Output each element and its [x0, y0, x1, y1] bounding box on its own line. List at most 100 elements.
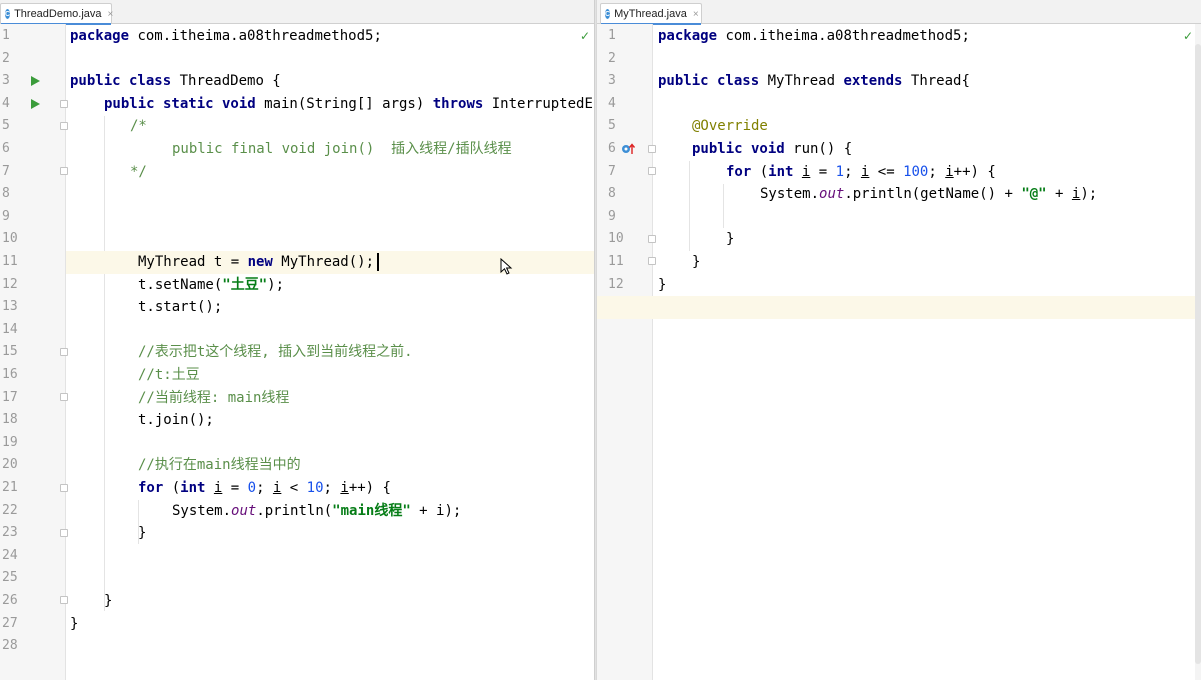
scrollbar-thumb[interactable]	[1195, 44, 1201, 664]
code-line-12: t.setName("土豆");	[138, 276, 285, 293]
line-number: 23	[2, 525, 18, 541]
line-number: 17	[2, 389, 18, 405]
code-line-20: //执行在main线程当中的	[138, 457, 301, 474]
code-line-5: @Override	[692, 118, 768, 135]
line-number: 21	[2, 480, 18, 495]
line-number: 5	[608, 118, 616, 134]
tab-threaddemo[interactable]: C ThreadDemo.java ×	[0, 3, 114, 25]
code-line-17: //当前线程: main线程	[138, 389, 290, 406]
code-line-4: public static void main(String[] args) t…	[104, 95, 593, 112]
line-number: 22	[2, 502, 18, 518]
code-line-11: }	[692, 254, 701, 270]
code-line-6: public void run() {	[692, 141, 853, 157]
left-code-editor[interactable]: 1 2 3 4 5 6 7 8 9 10 11 12 13 14 15 16 1…	[0, 24, 594, 680]
code-line-13: t.start();	[138, 299, 223, 316]
left-editor-pane: C ThreadDemo.java × 1 2 3 4 5 6 7 8 9 10…	[0, 0, 594, 680]
fold-icon[interactable]	[648, 257, 656, 265]
code-line-3: public class MyThread extends Thread{	[658, 73, 970, 90]
override-icon[interactable]	[621, 142, 637, 156]
line-number: 15	[2, 344, 18, 360]
line-number: 1	[608, 28, 616, 43]
right-editor-pane: C MyThread.java × 1 2 3 4 5 6 7 8 9 10 1…	[597, 0, 1201, 680]
class-icon: C	[5, 9, 11, 19]
code-line-10: }	[726, 231, 735, 248]
line-number: 2	[2, 50, 10, 66]
line-number: 8	[608, 186, 616, 202]
right-code-editor[interactable]: 1 2 3 4 5 6 7 8 9 10 11 12 13 package co…	[597, 24, 1201, 680]
code-line-11-current: MyThread t = new MyThread();	[66, 251, 594, 274]
line-number: 27	[2, 615, 18, 631]
line-number: 25	[2, 570, 18, 586]
code-line-12: }	[658, 276, 667, 293]
tab-mythread[interactable]: C MyThread.java ×	[600, 3, 702, 25]
line-number: 24	[2, 547, 18, 563]
line-number: 5	[2, 118, 10, 134]
line-number: 6	[2, 141, 10, 156]
line-number: 12	[2, 276, 18, 292]
code-line-1: package com.itheima.a08threadmethod5;	[658, 28, 970, 44]
line-number: 26	[2, 593, 18, 608]
line-number: 20	[2, 457, 18, 473]
line-number: 13	[2, 299, 18, 315]
vertical-scrollbar[interactable]	[1195, 24, 1201, 680]
code-line-1: package com.itheima.a08threadmethod5;	[70, 28, 382, 44]
tab-label: ThreadDemo.java	[14, 8, 102, 20]
current-line-gutter	[597, 296, 653, 319]
code-line-5: /*	[130, 118, 147, 135]
run-arrow-icon[interactable]	[31, 99, 40, 109]
line-number: 10	[2, 231, 18, 247]
line-number: 12	[608, 276, 624, 292]
fold-icon[interactable]	[648, 235, 656, 243]
fold-icon[interactable]	[60, 484, 68, 492]
code-line-13-current	[653, 296, 1201, 319]
fold-icon[interactable]	[60, 596, 68, 604]
tab-label: MyThread.java	[614, 8, 687, 20]
line-number: 16	[2, 367, 18, 382]
code-line-23: }	[138, 525, 147, 542]
line-number: 9	[2, 208, 10, 224]
code-line-22: System.out.println("main线程" + i);	[172, 502, 462, 519]
fold-icon[interactable]	[60, 393, 68, 401]
line-number: 7	[608, 163, 616, 179]
right-tab-bar: C MyThread.java ×	[597, 0, 1201, 25]
code-line-7: */	[130, 163, 147, 180]
code-line-18: t.join();	[138, 412, 214, 429]
fold-icon[interactable]	[60, 100, 68, 108]
code-line-15: //表示把t这个线程, 插入到当前线程之前.	[138, 344, 413, 361]
close-icon[interactable]: ×	[108, 9, 114, 20]
line-number: 4	[608, 95, 616, 111]
line-number: 14	[2, 321, 18, 337]
fold-icon[interactable]	[60, 529, 68, 537]
line-number: 28	[2, 638, 18, 654]
code-line-7: for (int i = 1; i <= 100; i++) {	[726, 163, 996, 180]
line-number: 2	[608, 50, 616, 66]
code-line-27: }	[70, 615, 79, 632]
line-number: 1	[2, 28, 10, 43]
fold-icon[interactable]	[60, 122, 68, 130]
left-tab-bar: C ThreadDemo.java ×	[0, 0, 594, 25]
code-line-3: public class ThreadDemo {	[70, 73, 281, 90]
check-icon: ✓	[1183, 29, 1194, 43]
close-icon[interactable]: ×	[693, 9, 699, 20]
code-line-8: System.out.println(getName() + "@" + i);	[760, 186, 1098, 203]
text-caret	[377, 253, 379, 271]
line-number: 18	[2, 412, 18, 428]
fold-icon[interactable]	[648, 167, 656, 175]
class-icon: C	[605, 9, 611, 19]
line-number: 11	[2, 254, 18, 269]
line-number: 11	[608, 254, 624, 269]
code-line-26: }	[104, 593, 113, 609]
line-number: 7	[2, 163, 10, 179]
line-number: 19	[2, 434, 18, 450]
fold-icon[interactable]	[648, 145, 656, 153]
line-number: 8	[2, 186, 10, 202]
mouse-cursor-icon	[500, 258, 513, 275]
fold-icon[interactable]	[60, 348, 68, 356]
code-line-6: public final void join() 插入线程/插队线程	[172, 141, 512, 157]
line-number: 9	[608, 208, 616, 224]
run-arrow-icon[interactable]	[31, 76, 40, 86]
check-icon: ✓	[580, 29, 591, 43]
fold-icon[interactable]	[60, 167, 68, 175]
code-line-21: for (int i = 0; i < 10; i++) {	[138, 480, 391, 496]
line-number: 3	[608, 73, 616, 89]
